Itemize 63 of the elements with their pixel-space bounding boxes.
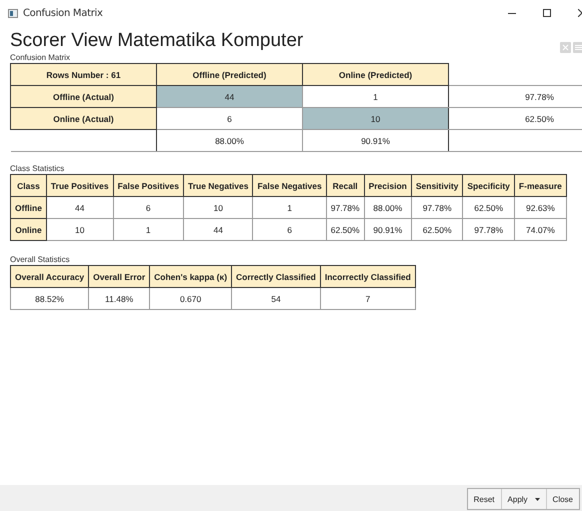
section-label: Overall Statistics [10,255,70,265]
header-cell: Online (Predicted) [302,64,448,86]
header-cell: Sensitivity [411,174,463,196]
matrix-cell: 44 [156,86,302,108]
table-cell: 10 [183,196,253,218]
table-cell: 88.52% [10,288,89,310]
header-cell: Recall [326,174,364,196]
section-label: Confusion Matrix [10,53,70,63]
header-cell: True Negatives [183,174,253,196]
app-icon [8,8,18,18]
table-cell: 74.07% [514,218,566,240]
matrix-cell: 6 [156,108,302,130]
table-cell: 44 [183,218,253,240]
matrix-cell: 10 [302,108,448,130]
table-cell: 90.91% [302,130,448,152]
header-cell: Incorrectly Classified [320,266,416,288]
table-cell: 0.670 [150,288,232,310]
row-header: Offline [10,196,46,218]
header-cell: Specificity [462,174,514,196]
header-cell: Correctly Classified [232,266,320,288]
header-cell: True Positives [46,174,114,196]
header-cell: Class [10,174,46,196]
table-cell: 97.78% [448,86,582,108]
header-cell: Overall Accuracy [10,266,89,288]
table-cell: 62.50% [462,196,514,218]
header-cell: Precision [364,174,412,196]
table-cell: 62.50% [326,218,364,240]
table-cell: 6 [113,196,184,218]
table-cell: 11.48% [88,288,150,310]
reset-button[interactable]: Reset [468,489,502,509]
table-cell: 97.78% [462,218,514,240]
header-cell: Rows Number : 61 [10,64,156,86]
header-cell: Offline (Predicted) [156,64,302,86]
table-cell: 90.91% [364,218,412,240]
table-cell: 1 [252,196,326,218]
table-cell: 62.50% [411,218,463,240]
table-cell: 92.63% [514,196,566,218]
table-cell: 10 [46,218,114,240]
close-button[interactable]: Close [546,489,579,509]
row-header: Online [10,218,46,240]
row-header: Offline (Actual) [10,86,156,108]
table-cell: 97.78% [326,196,364,218]
header-cell: Cohen's kappa (κ) [150,266,232,288]
table-cell: 7 [320,288,416,310]
maximize-icon[interactable] [543,9,551,17]
section-label: Class Statistics [10,164,64,174]
apply-button[interactable]: Apply [502,489,547,509]
header-cell: False Positives [113,174,184,196]
table-cell: 1 [113,218,184,240]
table-cell: 6 [252,218,326,240]
table-cell: 97.78% [411,196,463,218]
caret-icon [534,498,540,500]
header-cell: False Negatives [252,174,326,196]
header-cell: F-measure [514,174,566,196]
header-cell: Overall Error [88,266,150,288]
row-header: Online (Actual) [10,108,156,130]
table-cell: 44 [46,196,114,218]
table-cell: 88.00% [156,130,302,152]
report-title: Scorer View Matematika Komputer [10,30,304,52]
window-title: Confusion Matrix [23,8,103,18]
close-icon[interactable] [578,9,582,17]
table-cell: 54 [232,288,320,310]
table-cell: 88.00% [364,196,412,218]
